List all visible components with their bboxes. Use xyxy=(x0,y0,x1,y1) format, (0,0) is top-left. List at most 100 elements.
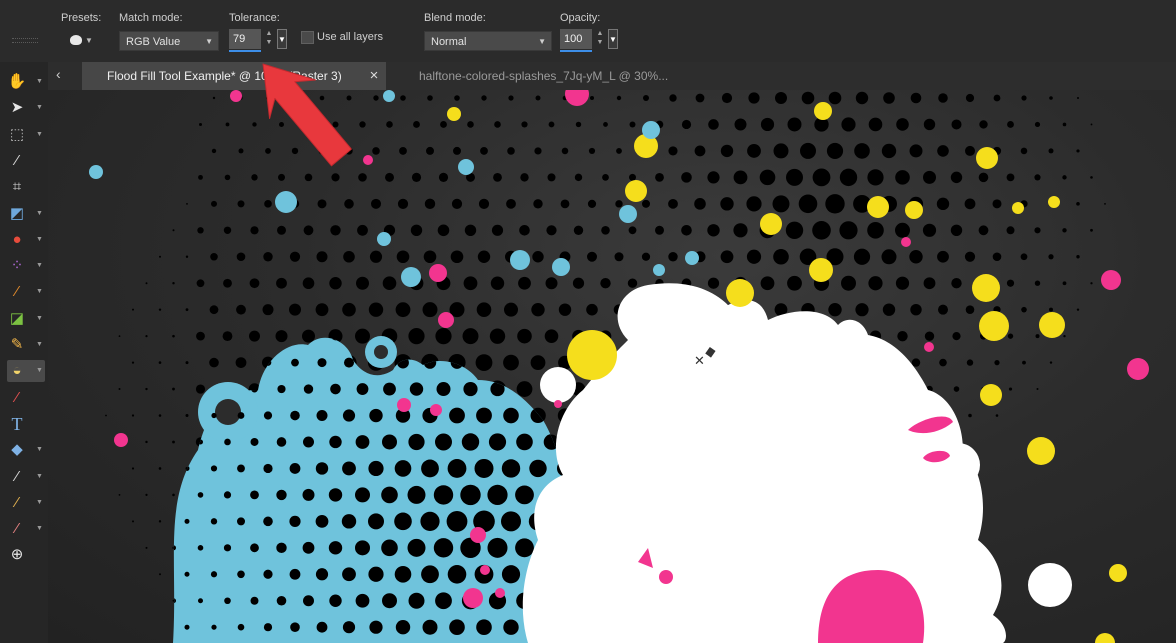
chevron-down-icon: ▼ xyxy=(36,499,43,506)
halftone-dot xyxy=(643,95,649,101)
halftone-dot xyxy=(590,96,594,100)
pan-tool[interactable]: ✋ ▼ xyxy=(7,71,45,93)
straighten-tool[interactable]: ◩ ▼ xyxy=(7,203,45,225)
tolerance-slider-dropdown[interactable]: ▼ xyxy=(277,29,287,49)
warp-brush-tool[interactable]: ⁄ ▼ xyxy=(7,492,45,514)
halftone-dot xyxy=(210,518,218,525)
match-mode-select[interactable]: RGB Value ▼ xyxy=(119,31,219,51)
halftone-dot xyxy=(224,597,231,605)
halftone-dot xyxy=(77,572,82,577)
halftone-dot xyxy=(681,225,692,236)
halftone-dot xyxy=(826,142,844,160)
halftone-dot xyxy=(317,358,327,368)
pen-tool[interactable]: ⁄ ▼ xyxy=(7,466,45,488)
halftone-dot xyxy=(463,381,478,397)
halftone-dot xyxy=(172,440,175,444)
halftone-dot xyxy=(773,248,789,265)
halftone-dot xyxy=(1143,122,1148,127)
halftone-dot xyxy=(172,387,175,391)
halftone-dot xyxy=(1020,253,1028,261)
paint-brush-tool[interactable]: ⁄ ▼ xyxy=(7,281,45,303)
color-picker-tool[interactable]: ⁄ xyxy=(7,387,45,409)
halftone-dot xyxy=(487,484,508,505)
halftone-dot xyxy=(104,466,109,471)
halftone-dot xyxy=(118,388,121,391)
halftone-dot xyxy=(342,409,356,422)
halftone-dot xyxy=(210,252,218,261)
halftone-dot xyxy=(800,142,816,159)
halftone-dot xyxy=(185,96,190,101)
add-tool[interactable]: ⊕ xyxy=(7,544,45,566)
pick-tool[interactable]: ➤ ▼ xyxy=(7,97,45,119)
halftone-dot xyxy=(1089,439,1094,444)
halftone-dot xyxy=(895,170,910,185)
halftone-dot xyxy=(342,461,356,476)
eraser-tool[interactable]: ⁄ ▼ xyxy=(7,518,45,540)
halftone-dot xyxy=(544,329,559,343)
halftone-dot xyxy=(196,279,205,288)
flood-fill-tool[interactable]: ◒ ▼ xyxy=(7,360,45,382)
halftone-dot xyxy=(786,168,803,186)
halftone-dot xyxy=(132,520,134,523)
clone-brush-tool[interactable]: ⁘ ▼ xyxy=(7,255,45,277)
opacity-spinner[interactable]: ▲ ▼ xyxy=(595,29,605,49)
tab-flood-fill-example[interactable]: Flood Fill Tool Example* @ 100% (Raster … xyxy=(82,62,386,90)
halftone-dot xyxy=(1143,334,1148,339)
halftone-dot xyxy=(1116,545,1121,550)
halftone-dot xyxy=(467,121,474,128)
halftone-dot xyxy=(1062,122,1067,127)
opacity-input[interactable]: 100 xyxy=(560,29,592,52)
paint-bucket-icon xyxy=(70,35,82,45)
halftone-dot xyxy=(868,117,883,132)
halftone-dot xyxy=(50,625,55,630)
halftone-dot xyxy=(407,538,426,557)
halftone-dot xyxy=(77,413,82,418)
text-tool[interactable]: T xyxy=(7,413,45,435)
tolerance-spinner[interactable]: ▲ ▼ xyxy=(264,29,274,49)
halftone-dot xyxy=(223,226,232,234)
halftone-dot xyxy=(356,383,369,395)
halftone-dot xyxy=(158,414,162,417)
halftone-dot xyxy=(438,172,449,182)
image-canvas[interactable]: ✕ xyxy=(48,90,1176,643)
toolbar-grip[interactable] xyxy=(12,38,38,43)
halftone-dot xyxy=(382,276,397,291)
use-all-layers-checkbox[interactable] xyxy=(301,31,314,44)
halftone-dot xyxy=(896,118,909,131)
halftone-dot xyxy=(965,305,975,314)
halftone-dot xyxy=(304,173,313,182)
halftone-dot xyxy=(681,172,692,183)
pencil-tool[interactable]: ✎ ▼ xyxy=(7,334,45,356)
halftone-dot xyxy=(953,386,960,392)
halftone-splash-artwork: ✕ xyxy=(50,90,1162,643)
blend-mode-select[interactable]: Normal ▼ xyxy=(424,31,552,51)
crop-tool[interactable]: ⌗ xyxy=(7,176,45,198)
halftone-dot xyxy=(978,172,989,183)
halftone-dot xyxy=(77,201,82,206)
tab-label: Flood Fill Tool Example* @ 100% (Raster … xyxy=(107,69,342,83)
halftone-dot xyxy=(453,146,461,155)
halftone-dot xyxy=(422,302,438,318)
close-icon[interactable]: × xyxy=(367,67,381,85)
shape-tool[interactable]: ◆ ▼ xyxy=(7,439,45,461)
opacity-slider-dropdown[interactable]: ▼ xyxy=(608,29,618,49)
halftone-dot xyxy=(289,463,301,474)
tolerance-input[interactable]: 79 xyxy=(229,29,261,52)
halftone-dot xyxy=(291,358,299,367)
color-replacer-tool[interactable]: ◪ ▼ xyxy=(7,308,45,330)
halftone-dot xyxy=(478,198,490,209)
halftone-dot xyxy=(199,122,202,126)
red-eye-tool[interactable]: ● ▼ xyxy=(7,229,45,251)
halftone-dot xyxy=(560,199,570,209)
magic-wand-tool[interactable]: ⁄ xyxy=(7,150,45,172)
halftone-dot xyxy=(1157,148,1162,153)
halftone-dot xyxy=(145,493,148,496)
tab-halftone-splashes[interactable]: halftone-colored-splashes_7Jq-yM_L @ 30%… xyxy=(416,62,716,90)
halftone-dot xyxy=(276,437,287,447)
halftone-dot xyxy=(50,254,55,259)
halftone-dot xyxy=(319,95,325,101)
halftone-dot xyxy=(1130,572,1135,577)
selection-tool[interactable]: ⬚ ▼ xyxy=(7,124,45,146)
presets-button[interactable]: ▼ xyxy=(70,32,102,50)
tab-scroll-left-icon[interactable]: ‹ xyxy=(56,66,61,82)
